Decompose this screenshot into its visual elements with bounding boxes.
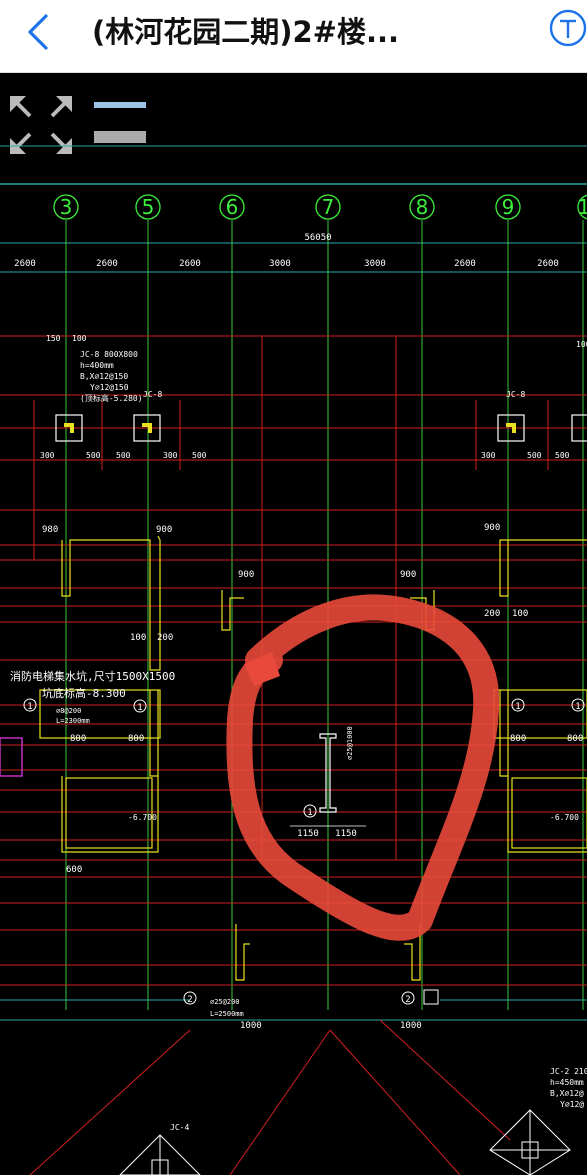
- svg-text:⌀8@200: ⌀8@200: [56, 707, 81, 715]
- svg-text:900: 900: [238, 570, 254, 580]
- svg-text:1000: 1000: [240, 1021, 262, 1031]
- svg-text:500: 500: [192, 451, 207, 460]
- svg-text:L=2500mm: L=2500mm: [210, 1010, 244, 1018]
- svg-text:1: 1: [575, 702, 580, 712]
- span-dim: 2600: [537, 259, 559, 269]
- svg-text:h=400mm: h=400mm: [80, 361, 114, 370]
- cad-drawing-viewer[interactable]: 3 5 6 7 8 9 1 56050 2600 2600 2600 3000 …: [0, 73, 587, 1175]
- footing-jc4-label: JC-4: [170, 1123, 189, 1132]
- svg-text:200: 200: [484, 609, 500, 619]
- svg-text:5: 5: [142, 195, 155, 219]
- svg-text:JC-8: JC-8: [506, 390, 525, 399]
- pit-note: 消防电梯集水坑,尺寸1500X1500: [10, 669, 175, 683]
- svg-text:1: 1: [27, 702, 32, 712]
- svg-text:800: 800: [510, 734, 526, 744]
- svg-text:500: 500: [116, 451, 131, 460]
- span-dim: 2600: [14, 259, 36, 269]
- svg-text:800: 800: [70, 734, 86, 744]
- svg-text:500: 500: [527, 451, 542, 460]
- svg-text:⌀25@1000: ⌀25@1000: [346, 726, 354, 760]
- svg-text:100: 100: [72, 334, 87, 343]
- navigation-bar: (林河花园二期)2#楼...: [0, 0, 587, 73]
- back-button[interactable]: [22, 10, 58, 54]
- svg-text:800: 800: [567, 734, 583, 744]
- svg-text:B,X⌀12@: B,X⌀12@: [550, 1089, 584, 1098]
- svg-text:8: 8: [416, 195, 429, 219]
- svg-text:9: 9: [502, 195, 515, 219]
- svg-text:800: 800: [128, 734, 144, 744]
- svg-text:1: 1: [137, 703, 142, 713]
- svg-text:100: 100: [576, 340, 587, 349]
- text-tool-icon: [549, 9, 587, 47]
- span-dim: 3000: [364, 259, 386, 269]
- span-dim: 2600: [179, 259, 201, 269]
- svg-text:B,X⌀12@150: B,X⌀12@150: [80, 372, 128, 381]
- svg-text:150: 150: [46, 334, 61, 343]
- span-dim: 2600: [96, 259, 118, 269]
- svg-text:300: 300: [163, 451, 178, 460]
- svg-text:2: 2: [187, 995, 192, 1005]
- svg-text:⌀25@200: ⌀25@200: [210, 998, 240, 1006]
- svg-text:200: 200: [157, 633, 173, 643]
- svg-text:100: 100: [130, 633, 146, 643]
- svg-text:6: 6: [226, 195, 239, 219]
- svg-text:900: 900: [484, 523, 500, 533]
- page-title: (林河花园二期)2#楼...: [92, 15, 400, 49]
- svg-text:300: 300: [481, 451, 496, 460]
- axis-bubble: 1: [577, 194, 587, 220]
- svg-text:500: 500: [555, 451, 570, 460]
- level-left: -6.700: [128, 813, 157, 822]
- cad-drawing[interactable]: 3 5 6 7 8 9 1 56050 2600 2600 2600 3000 …: [0, 73, 587, 1175]
- span-dim: 3000: [269, 259, 291, 269]
- svg-text:300: 300: [40, 451, 55, 460]
- svg-text:1150: 1150: [297, 829, 319, 839]
- svg-text:900: 900: [400, 570, 416, 580]
- svg-text:900: 900: [156, 525, 172, 535]
- svg-text:Y⌀12@: Y⌀12@: [560, 1100, 584, 1109]
- svg-text:1150: 1150: [335, 829, 357, 839]
- svg-text:h=450mm: h=450mm: [550, 1078, 584, 1087]
- svg-text:JC-8 800X800: JC-8 800X800: [80, 350, 138, 359]
- svg-text:500: 500: [86, 451, 101, 460]
- svg-text:JC-2 2100: JC-2 2100: [550, 1067, 587, 1076]
- svg-text:1: 1: [578, 195, 587, 219]
- span-dim: 2600: [454, 259, 476, 269]
- chevron-left-icon: [28, 14, 48, 50]
- svg-text:7: 7: [322, 195, 335, 219]
- svg-text:100: 100: [512, 609, 528, 619]
- svg-text:1: 1: [307, 808, 312, 818]
- svg-text:1: 1: [515, 702, 520, 712]
- svg-text:980: 980: [42, 525, 58, 535]
- pit-level: 坑底标高-8.300: [42, 686, 126, 700]
- total-dimension: 56050: [304, 233, 331, 243]
- svg-text:600: 600: [66, 865, 82, 875]
- svg-text:JC-8: JC-8: [143, 390, 162, 399]
- svg-text:1000: 1000: [400, 1021, 422, 1031]
- svg-text:(顶标高-5.280): (顶标高-5.280): [80, 393, 143, 403]
- text-tool-button[interactable]: [545, 8, 587, 50]
- svg-text:3: 3: [60, 195, 73, 219]
- level-right: -6.700: [550, 813, 579, 822]
- svg-text:2: 2: [405, 995, 410, 1005]
- svg-text:L=2300mm: L=2300mm: [56, 717, 90, 725]
- svg-text:Y⌀12@150: Y⌀12@150: [90, 383, 129, 392]
